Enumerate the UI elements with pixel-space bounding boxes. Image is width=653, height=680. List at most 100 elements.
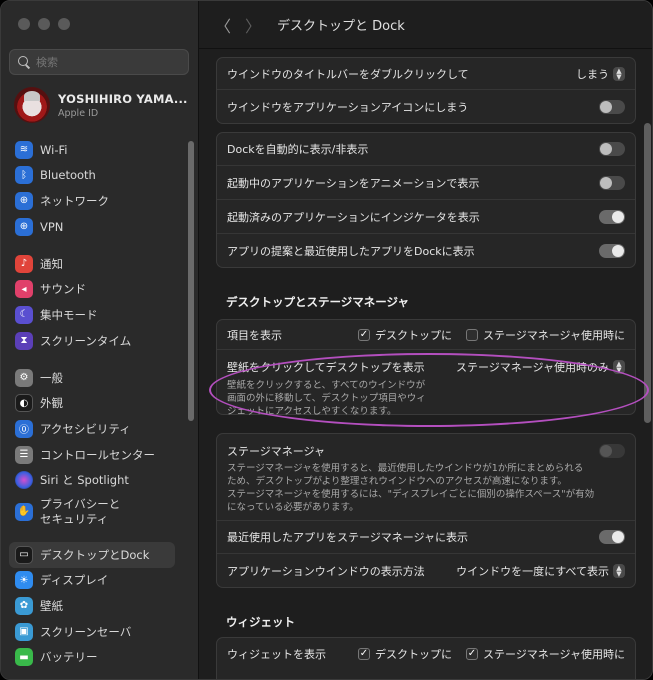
stage-recent-apps-toggle[interactable] bbox=[599, 530, 625, 544]
back-button[interactable]: 〈 bbox=[213, 15, 233, 36]
sidebar-item-battery[interactable]: ▬ バッテリー bbox=[9, 644, 175, 670]
siri-icon bbox=[15, 471, 33, 490]
sidebar: YOSHIHIRO YAMA... Apple ID ≋Wi-Fi ᛒBluet… bbox=[1, 1, 199, 679]
sidebar-group-desktop: ▭ デスクトップとDock ☀ ディスプレイ ✿ 壁紙 ▣ スクリーンセーバ ▬ バッテリ… bbox=[9, 542, 175, 670]
stage-manager-toggle[interactable] bbox=[599, 444, 625, 458]
zoom-button[interactable] bbox=[58, 18, 70, 30]
sidebar-item-network[interactable]: ⊕ ネットワーク bbox=[9, 188, 175, 214]
avatar bbox=[14, 87, 50, 123]
desktop-stage-group: 項目を表示 ✓ デスクトップに ステージマネージャ使用時に 壁紙をクリックしてデス… bbox=[216, 319, 636, 417]
sidebar-item-sound[interactable]: ◂ サウンド bbox=[9, 277, 175, 303]
minimize-button[interactable] bbox=[38, 18, 50, 30]
user-name: YOSHIHIRO YAMA... bbox=[58, 91, 188, 106]
apple-id-account[interactable]: YOSHIHIRO YAMA... Apple ID bbox=[14, 87, 188, 123]
sidebar-group-notifications: ♪ 通知 ◂ サウンド ☾ 集中モード ⧗ スクリーンタイム bbox=[9, 251, 175, 353]
screensaver-icon: ▣ bbox=[15, 622, 33, 641]
sidebar-group-general: ⚙ 一般 ◐ 外観 ⓪ アクセシビリティ ☰ コントロールセンター Siri と Spo… bbox=[9, 365, 175, 531]
dock-autohide-toggle[interactable] bbox=[599, 142, 625, 156]
titlebar-dblclick-row: ウインドウのタイトルバーをダブルクリックして しまう ▲ ▼ bbox=[217, 58, 635, 90]
minimize-into-icon-row: ウインドウをアプリケーションアイコンにしまう bbox=[217, 90, 635, 123]
sun-icon: ☀ bbox=[15, 571, 33, 590]
sidebar-item-siri[interactable]: Siri と Spotlight bbox=[9, 467, 175, 493]
up-down-icon: ▲ ▼ bbox=[613, 66, 625, 81]
stage-manager-group: ステージマネージャ ステージマネージャを使用すると、最近使用したウインドウが1か… bbox=[216, 433, 636, 588]
sidebar-item-controlcenter[interactable]: ☰ コントロールセンター bbox=[9, 442, 175, 468]
hourglass-icon: ⧗ bbox=[15, 331, 33, 350]
stage-manager-row: ステージマネージャ ステージマネージャを使用すると、最近使用したウインドウが1か… bbox=[217, 434, 635, 521]
wifi-icon: ≋ bbox=[15, 140, 33, 159]
search-input[interactable] bbox=[36, 55, 186, 69]
sidebar-scrollbar[interactable] bbox=[188, 141, 194, 421]
stage-recent-apps-row: 最近使用したアプリをステージマネージャに表示 bbox=[217, 521, 635, 554]
minimize-into-icon-toggle[interactable] bbox=[599, 99, 625, 114]
dock-animate-toggle[interactable] bbox=[599, 175, 625, 190]
chevron-left-icon: 〈 bbox=[214, 16, 231, 36]
dock-indicators-toggle[interactable] bbox=[599, 209, 625, 224]
sidebar-item-appearance[interactable]: ◐ 外観 bbox=[9, 391, 175, 417]
sidebar-item-focus[interactable]: ☾ 集中モード bbox=[9, 302, 175, 328]
bell-icon: ♪ bbox=[15, 254, 33, 273]
flower-icon: ✿ bbox=[15, 596, 33, 615]
dock-group: Dockを自動的に表示/非表示 起動中のアプリケーションをアニメーションで表示 … bbox=[216, 132, 636, 268]
sidebar-item-bluetooth[interactable]: ᛒ Bluetooth bbox=[9, 163, 175, 189]
sidebar-item-desktopdock[interactable]: ▭ デスクトップとDock bbox=[9, 542, 175, 568]
sidebar-item-wifi[interactable]: ≋ Wi-Fi bbox=[9, 137, 175, 163]
show-windows-row: アプリケーションウインドウの表示方法 ウインドウを一度にすべて表示 ▲ ▼ bbox=[217, 554, 635, 587]
widgets-group: ウィジェットを表示 ✓ デスクトップに ✓ ステージマネージャ使用時に bbox=[216, 637, 636, 679]
appearance-icon: ◐ bbox=[15, 394, 33, 413]
widgets-show-row: ウィジェットを表示 ✓ デスクトップに ✓ ステージマネージャ使用時に bbox=[227, 646, 625, 662]
click-wallpaper-row: 壁紙をクリックしてデスクトップを表示 壁紙をクリックすると、すべてのウインドウが… bbox=[217, 350, 635, 417]
battery-icon: ▬ bbox=[15, 648, 33, 667]
speaker-icon: ◂ bbox=[15, 280, 33, 299]
moon-icon: ☾ bbox=[15, 305, 33, 324]
show-items-row: 項目を表示 ✓ デスクトップに ステージマネージャ使用時に bbox=[217, 320, 635, 350]
chevron-right-icon: 〉 bbox=[244, 16, 261, 36]
widgets-desktop-checkbox[interactable]: ✓ デスクトップに bbox=[357, 646, 452, 662]
sidebar-item-notifications[interactable]: ♪ 通知 bbox=[9, 251, 175, 277]
gear-icon: ⚙ bbox=[15, 368, 33, 387]
checkmark-icon: ✓ bbox=[465, 648, 478, 660]
dock-animate-row: 起動中のアプリケーションをアニメーションで表示 bbox=[217, 166, 635, 200]
sidebar-item-displays[interactable]: ☀ ディスプレイ bbox=[9, 568, 175, 594]
sidebar-item-accessibility[interactable]: ⓪ アクセシビリティ bbox=[9, 416, 175, 442]
click-wallpaper-select[interactable]: ステージマネージャ使用時のみ ▲ ▼ bbox=[456, 359, 625, 375]
sidebar-item-screensaver[interactable]: ▣ スクリーンセーバ bbox=[9, 619, 175, 645]
checkmark-icon: ✓ bbox=[357, 328, 370, 341]
settings-content: ウインドウのタイトルバーをダブルクリックして しまう ▲ ▼ ウインドウをアプリケ… bbox=[199, 49, 652, 679]
main-scrollbar[interactable] bbox=[644, 123, 651, 423]
close-button[interactable] bbox=[18, 18, 30, 30]
widgets-stage-checkbox[interactable]: ✓ ステージマネージャ使用時に bbox=[465, 646, 625, 662]
show-items-stage-checkbox[interactable]: ステージマネージャ使用時に bbox=[465, 327, 625, 343]
show-windows-select[interactable]: ウインドウを一度にすべて表示 ▲ ▼ bbox=[456, 563, 625, 579]
hand-icon: ✋ bbox=[15, 502, 33, 521]
control-center-icon: ☰ bbox=[15, 445, 33, 464]
search-field[interactable] bbox=[9, 49, 189, 75]
dock-icon: ▭ bbox=[15, 545, 33, 564]
bluetooth-icon: ᛒ bbox=[15, 166, 33, 185]
sidebar-item-general[interactable]: ⚙ 一般 bbox=[9, 365, 175, 391]
window-actions-group: ウインドウのタイトルバーをダブルクリックして しまう ▲ ▼ ウインドウをアプリケ… bbox=[216, 57, 636, 124]
apple-id-label: Apple ID bbox=[58, 107, 99, 119]
main-pane: 〈 〉 デスクトップと Dock ウインドウのタイトルバーをダブルクリックして … bbox=[199, 1, 652, 679]
page-title: デスクトップと Dock bbox=[277, 19, 405, 34]
dock-indicators-row: 起動済みのアプリケーションにインジケータを表示 bbox=[217, 200, 635, 234]
dock-autohide-row: Dockを自動的に表示/非表示 bbox=[217, 133, 635, 166]
checkmark-icon: ✓ bbox=[357, 648, 370, 660]
dock-recents-toggle[interactable] bbox=[599, 243, 625, 258]
show-items-desktop-checkbox[interactable]: ✓ デスクトップに bbox=[357, 327, 452, 343]
titlebar-dblclick-select[interactable]: しまう ▲ ▼ bbox=[576, 66, 625, 82]
dock-recents-row: アプリの提案と最近使用したアプリをDockに表示 bbox=[217, 234, 635, 267]
desktop-stage-section-title: デスクトップとステージマネージャ bbox=[226, 295, 409, 309]
forward-button[interactable]: 〉 bbox=[243, 15, 263, 36]
globe-icon: ⊕ bbox=[15, 191, 33, 210]
settings-window: YOSHIHIRO YAMA... Apple ID ≋Wi-Fi ᛒBluet… bbox=[0, 0, 653, 680]
sidebar-item-screentime[interactable]: ⧗ スクリーンタイム bbox=[9, 328, 175, 354]
up-down-icon: ▲ ▼ bbox=[613, 360, 625, 374]
sidebar-item-privacy[interactable]: ✋ プライバシーと セキュリティ bbox=[9, 493, 175, 531]
stage-manager-description: ステージマネージャを使用すると、最近使用したウインドウが1か所にまとめられる た… bbox=[227, 463, 595, 513]
sidebar-item-wallpaper[interactable]: ✿ 壁紙 bbox=[9, 593, 175, 619]
sidebar-item-vpn[interactable]: ⊕ VPN bbox=[9, 214, 175, 240]
search-icon bbox=[16, 54, 32, 70]
click-wallpaper-description: 壁紙をクリックすると、すべてのウインドウが 画面の外に移動して、デスクトップ項目… bbox=[227, 380, 426, 417]
vpn-globe-icon: ⊕ bbox=[15, 217, 33, 236]
